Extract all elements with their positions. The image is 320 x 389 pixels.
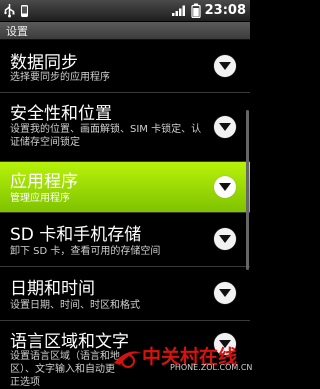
battery-icon bbox=[191, 3, 201, 18]
settings-item-date-time[interactable]: 日期和时间 设置日期、时间、时区和格式 bbox=[0, 267, 250, 321]
settings-item-security-location[interactable]: 安全性和位置 设置我的位置、画面解锁、SIM 卡锁定、认证储存空间锁定 bbox=[0, 93, 250, 162]
settings-item-title: 数据同步 bbox=[10, 53, 78, 73]
settings-item-title: 应用程序 bbox=[10, 172, 78, 192]
settings-item-summary: 管理应用程序 bbox=[10, 193, 70, 204]
watermark-swoosh-icon bbox=[114, 351, 142, 368]
title-bar: 设置 bbox=[0, 22, 250, 40]
settings-item-title: SD 卡和手机存储 bbox=[10, 225, 142, 245]
expand-icon[interactable] bbox=[214, 228, 236, 250]
status-right-icons: 23:08 bbox=[171, 2, 246, 19]
expand-icon[interactable] bbox=[214, 176, 236, 198]
settings-item-data-sync[interactable]: 数据同步 选择要同步的应用程序 bbox=[0, 40, 250, 93]
status-left-icons bbox=[3, 2, 29, 19]
watermark: 中关村在线 PHONE.ZOL.COM.CN bbox=[110, 340, 253, 375]
settings-item-summary: 设置语言区域（语言和地区）、文字输入和自动更正选项 bbox=[10, 351, 120, 388]
settings-item-summary: 设置日期、时间、时区和格式 bbox=[10, 300, 140, 311]
expand-icon[interactable] bbox=[214, 282, 236, 304]
settings-item-summary: 选择要同步的应用程序 bbox=[10, 72, 110, 83]
page-title: 设置 bbox=[6, 25, 28, 38]
phone-icon bbox=[20, 4, 29, 18]
settings-item-sd-storage[interactable]: SD 卡和手机存储 卸下 SD 卡，查看可用的存储空间 bbox=[0, 213, 250, 267]
settings-item-summary: 卸下 SD 卡，查看可用的存储空间 bbox=[10, 246, 161, 257]
signal-icon bbox=[171, 4, 187, 17]
watermark-url: PHONE.ZOL.COM.CN bbox=[170, 363, 253, 372]
settings-item-title: 安全性和位置 bbox=[10, 104, 112, 124]
settings-item-title: 日期和时间 bbox=[10, 279, 95, 299]
status-bar: 23:08 bbox=[0, 0, 250, 22]
settings-item-applications[interactable]: 应用程序 管理应用程序 bbox=[0, 162, 250, 213]
settings-list: 数据同步 选择要同步的应用程序 安全性和位置 设置我的位置、画面解锁、SIM 卡… bbox=[0, 40, 250, 388]
usb-icon bbox=[3, 3, 16, 18]
expand-icon[interactable] bbox=[214, 116, 236, 138]
expand-icon[interactable] bbox=[214, 55, 236, 77]
status-time: 23:08 bbox=[204, 3, 246, 18]
settings-item-summary: 设置我的位置、画面解锁、SIM 卡锁定、认证储存空间锁定 bbox=[10, 124, 202, 148]
scrollbar[interactable] bbox=[246, 110, 249, 270]
